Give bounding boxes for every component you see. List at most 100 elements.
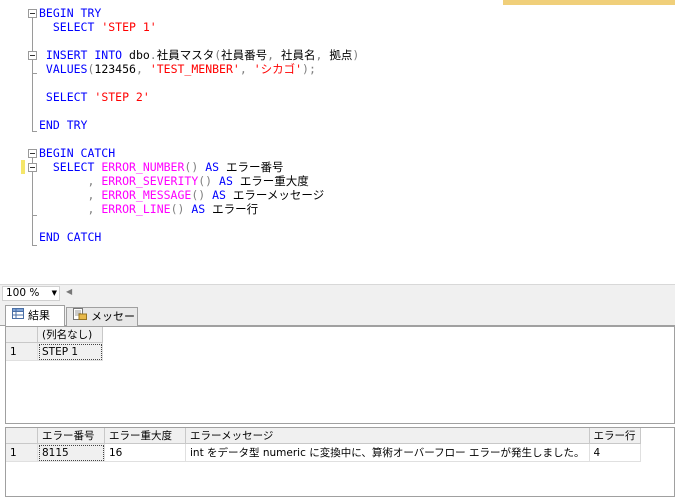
code-token: ERROR_MESSAGE <box>101 188 192 202</box>
code-token: VALUES <box>39 62 88 76</box>
code-line[interactable] <box>39 104 359 118</box>
code-token: SELECT <box>39 160 102 174</box>
results-tab-bar: 結果 メッセージ <box>0 302 675 341</box>
code-token: エラーメッセージ <box>232 188 325 202</box>
code-line[interactable]: , ERROR_LINE() AS エラー行 <box>39 202 359 216</box>
code-token: ERROR_SEVERITY <box>101 174 199 188</box>
code-line[interactable]: VALUES(123456, 'TEST_MENBER', 'シカゴ'); <box>39 62 359 76</box>
result-table-2: エラー番号 エラー重大度 エラーメッセージ エラー行 1 8115 16 int をデータ型 … <box>6 428 641 462</box>
code-token: SELECT <box>39 90 95 104</box>
grid-cell[interactable]: int をデータ型 numeric に変換中に、算術オーバーフロー エラーが発生… <box>185 443 590 462</box>
code-token: END TRY <box>39 118 88 132</box>
zoom-bar: 100 % ▼ ◀ <box>0 284 675 302</box>
code-line[interactable] <box>39 216 359 230</box>
code-token: 123456 <box>94 62 136 76</box>
column-header[interactable]: エラーメッセージ <box>185 428 590 444</box>
query-editor[interactable]: BEGIN TRY SELECT 'STEP 1' INSERT INTO db… <box>0 0 675 284</box>
results-pane: (列名なし) 1 STEP 1 エラー番号 エラー重大度 エラーメッセージ エラー行 1 81… <box>5 326 675 497</box>
result-grid-1[interactable]: (列名なし) 1 STEP 1 <box>5 326 675 424</box>
result-table-1: (列名なし) 1 STEP 1 <box>6 327 103 361</box>
outline-tick <box>32 245 37 246</box>
code-line[interactable]: SELECT ERROR_NUMBER() AS エラー番号 <box>39 160 359 174</box>
change-marker <box>21 160 25 174</box>
code-token: ); <box>302 62 316 76</box>
code-token: エラー番号 <box>225 160 284 174</box>
grid-corner[interactable] <box>6 428 38 444</box>
code-token: ERROR_LINE <box>101 202 171 216</box>
tab-results-label: 結果 <box>28 309 50 322</box>
code-token: AS <box>205 160 226 174</box>
column-header[interactable]: エラー番号 <box>37 428 105 444</box>
column-header[interactable]: エラー重大度 <box>104 428 186 444</box>
table-row[interactable]: 1 STEP 1 <box>6 342 103 361</box>
code-line[interactable]: SELECT 'STEP 2' <box>39 90 359 104</box>
grid-corner[interactable] <box>6 327 38 343</box>
table-row[interactable]: 1 8115 16 int をデータ型 numeric に変換中に、算術オーバーフロー… <box>6 443 641 462</box>
code-token: 社員名 <box>281 48 316 62</box>
code-token: AS <box>219 174 240 188</box>
code-token: AS <box>212 188 233 202</box>
code-token: INSERT INTO <box>39 48 130 62</box>
editor-top-strip <box>503 0 675 5</box>
sql-code[interactable]: BEGIN TRY SELECT 'STEP 1' INSERT INTO db… <box>39 6 359 244</box>
code-token: dbo <box>129 48 150 62</box>
code-line[interactable]: SELECT 'STEP 1' <box>39 20 359 34</box>
code-token: . <box>149 48 157 62</box>
column-header[interactable]: エラー行 <box>589 428 641 444</box>
grid-cell[interactable]: STEP 1 <box>37 342 103 361</box>
code-line[interactable] <box>39 34 359 48</box>
fold-toggle-try[interactable] <box>28 9 37 18</box>
editor-gutter <box>0 0 19 284</box>
code-line[interactable]: , ERROR_SEVERITY() AS エラー重大度 <box>39 174 359 188</box>
code-token: () <box>198 174 220 188</box>
fold-toggle-select[interactable] <box>28 163 37 172</box>
code-token: , <box>39 174 102 188</box>
outline-tick <box>32 215 37 216</box>
code-token: BEGIN TRY <box>39 6 102 20</box>
fold-toggle-catch[interactable] <box>28 149 37 158</box>
code-line[interactable]: BEGIN TRY <box>39 6 359 20</box>
code-token: () <box>191 188 213 202</box>
code-token: , <box>39 202 102 216</box>
code-token: SELECT <box>39 20 102 34</box>
code-token: エラー行 <box>212 202 259 216</box>
code-token: BEGIN CATCH <box>39 146 116 160</box>
grid-cell[interactable]: 16 <box>104 443 186 462</box>
code-token: 'シカゴ' <box>253 62 303 76</box>
code-token: 社員番号 <box>221 48 268 62</box>
fold-toggle-insert[interactable] <box>28 51 37 60</box>
result-grid-2[interactable]: エラー番号 エラー重大度 エラーメッセージ エラー行 1 8115 16 int をデータ型 … <box>5 427 675 497</box>
code-token: END CATCH <box>39 230 102 244</box>
code-token: 拠点 <box>329 48 353 62</box>
outline-line-try <box>32 18 33 132</box>
code-line[interactable] <box>39 132 359 146</box>
code-token: 社員マスタ <box>156 48 215 62</box>
code-line[interactable]: END CATCH <box>39 230 359 244</box>
tab-messages[interactable]: メッセージ <box>66 307 138 341</box>
code-token: () <box>184 160 206 174</box>
zoom-select[interactable]: 100 % ▼ <box>2 286 60 301</box>
code-token: , <box>39 188 102 202</box>
row-number[interactable]: 1 <box>6 342 38 361</box>
grid-cell[interactable]: 8115 <box>37 443 105 462</box>
code-token: 'TEST_MENBER' <box>149 62 240 76</box>
code-token: , <box>135 62 150 76</box>
code-token: エラー重大度 <box>239 174 309 188</box>
chevron-down-icon[interactable]: ▼ <box>52 287 57 300</box>
code-token: 'STEP 2' <box>94 90 150 104</box>
column-header[interactable]: (列名なし) <box>37 327 103 343</box>
code-token: ) <box>352 48 360 62</box>
row-number[interactable]: 1 <box>6 443 38 462</box>
code-line[interactable] <box>39 76 359 90</box>
scroll-left-icon[interactable]: ◀ <box>66 287 72 296</box>
grid-cell[interactable]: 4 <box>589 443 641 462</box>
code-token: , <box>315 48 330 62</box>
code-line[interactable]: INSERT INTO dbo.社員マスタ(社員番号, 社員名, 拠点) <box>39 48 359 62</box>
code-line[interactable]: , ERROR_MESSAGE() AS エラーメッセージ <box>39 188 359 202</box>
code-token: , <box>267 48 282 62</box>
code-token: ERROR_NUMBER <box>101 160 185 174</box>
tab-results[interactable]: 結果 <box>5 305 65 327</box>
code-token: AS <box>191 202 213 216</box>
code-line[interactable]: BEGIN CATCH <box>39 146 359 160</box>
code-line[interactable]: END TRY <box>39 118 359 132</box>
